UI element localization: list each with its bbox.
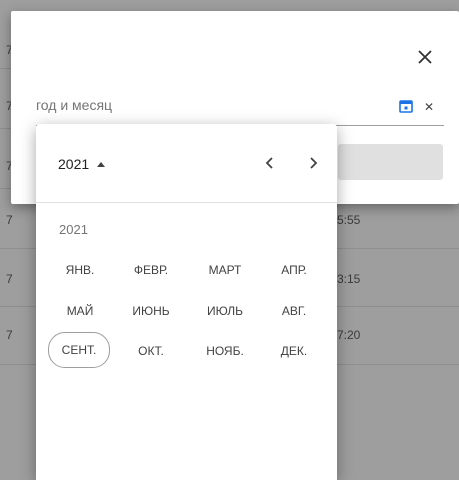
month-oct[interactable]: ОКТ. (121, 334, 181, 368)
year-switch-label: 2021 (58, 156, 90, 172)
year-month-label: год и месяц (36, 97, 113, 113)
year-switch-button[interactable]: 2021 (58, 156, 106, 172)
clear-icon[interactable]: ✕ (424, 100, 434, 114)
caret-up-icon (97, 161, 106, 167)
month-dec[interactable]: ДЕК. (264, 334, 324, 368)
month-picker-header: 2021 (36, 124, 337, 203)
month-may[interactable]: МАЙ (50, 294, 110, 328)
month-picker: 2021 2021 ЯНВ. ФЕВР. МАРТ АПР. МАЙ ИЮНЬ … (36, 124, 337, 480)
table-cell-time: 5:55 (337, 213, 361, 227)
year-month-field[interactable]: год и месяц ✕ (36, 97, 444, 126)
month-feb[interactable]: ФЕВР. (121, 253, 181, 287)
table-cell: 7 (6, 272, 13, 286)
chevron-right-icon[interactable] (304, 154, 322, 172)
apply-button[interactable] (338, 144, 443, 180)
month-jun[interactable]: ИЮНЬ (121, 294, 181, 328)
month-aug[interactable]: АВГ. (264, 294, 324, 328)
table-cell-time: 7:20 (337, 328, 361, 342)
month-jan[interactable]: ЯНВ. (50, 253, 110, 287)
month-nov[interactable]: НОЯБ. (195, 334, 255, 368)
month-apr[interactable]: АПР. (264, 253, 324, 287)
month-jul[interactable]: ИЮЛЬ (195, 294, 255, 328)
table-cell: 7 (6, 213, 13, 227)
close-button[interactable] (413, 45, 437, 69)
month-sep[interactable]: СЕНТ. (48, 332, 110, 368)
table-cell: 7 (6, 328, 13, 342)
chevron-left-icon[interactable] (261, 154, 279, 172)
table-cell-time: 3:15 (337, 272, 361, 286)
calendar-icon[interactable] (398, 98, 414, 114)
month-mar[interactable]: МАРТ (195, 253, 255, 287)
year-heading: 2021 (59, 222, 88, 237)
close-icon (418, 50, 432, 64)
